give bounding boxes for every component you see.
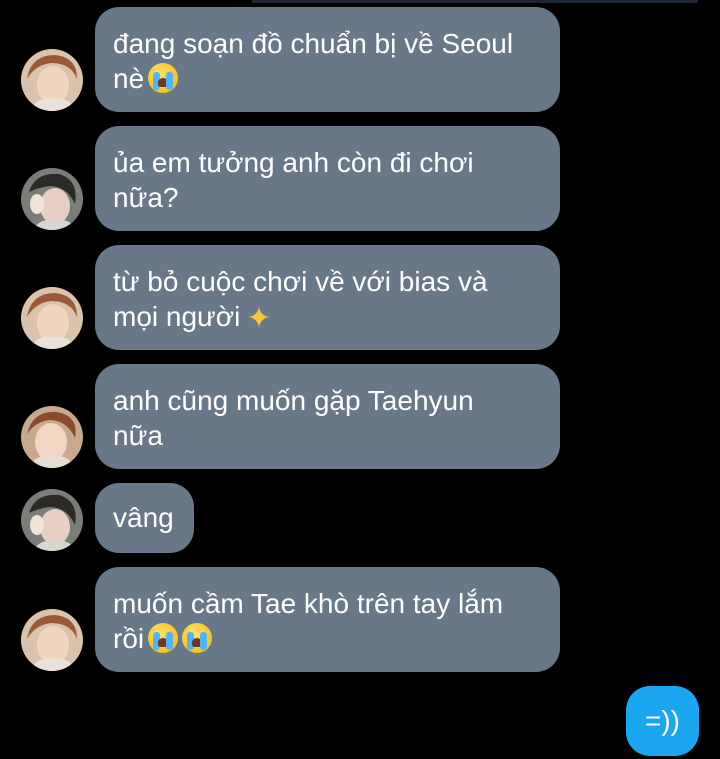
- message-text: vâng: [113, 502, 174, 533]
- loudly-crying-face-icon: [182, 623, 213, 653]
- message-text: ủa em tưởng anh còn đi chơi: [113, 147, 474, 178]
- message-bubble[interactable]: ủa em tưởng anh còn đi chơi nữa?: [95, 126, 560, 231]
- message-bubble[interactable]: đang soạn đồ chuẩn bị về Seoul nè: [95, 7, 560, 112]
- message-bubble[interactable]: từ bỏ cuộc chơi về với bias và mọi người…: [95, 245, 560, 350]
- message-text: rồi: [113, 623, 145, 654]
- message-bubble[interactable]: anh cũng muốn gặp Taehyun nữa: [95, 364, 560, 469]
- avatar[interactable]: [21, 287, 83, 349]
- message-bubble[interactable]: vâng: [95, 483, 194, 553]
- message-text: anh cũng muốn gặp Taehyun: [113, 385, 474, 416]
- loudly-crying-face-icon: [148, 63, 179, 93]
- avatar[interactable]: [21, 168, 83, 230]
- message-text: nè: [113, 63, 145, 94]
- sparkles-icon: ✦: [246, 302, 272, 335]
- message-text: mọi người: [113, 301, 241, 332]
- message-text: nữa?: [113, 182, 179, 213]
- message-text: nữa: [113, 420, 163, 451]
- message-text: từ bỏ cuộc chơi về với bias và: [113, 266, 488, 297]
- sent-message-bubble[interactable]: =)): [626, 686, 699, 756]
- avatar[interactable]: [21, 609, 83, 671]
- avatar[interactable]: [21, 49, 83, 111]
- avatar[interactable]: [21, 489, 83, 551]
- message-text: muốn cầm Tae khò trên tay lắm: [113, 588, 504, 619]
- message-bubble[interactable]: muốn cầm Tae khò trên tay lắm rồi: [95, 567, 560, 672]
- sent-message-text: =)): [645, 705, 680, 736]
- top-divider: [252, 0, 698, 3]
- message-text: đang soạn đồ chuẩn bị về Seoul: [113, 28, 514, 59]
- loudly-crying-face-icon: [148, 623, 179, 653]
- avatar[interactable]: [21, 406, 83, 468]
